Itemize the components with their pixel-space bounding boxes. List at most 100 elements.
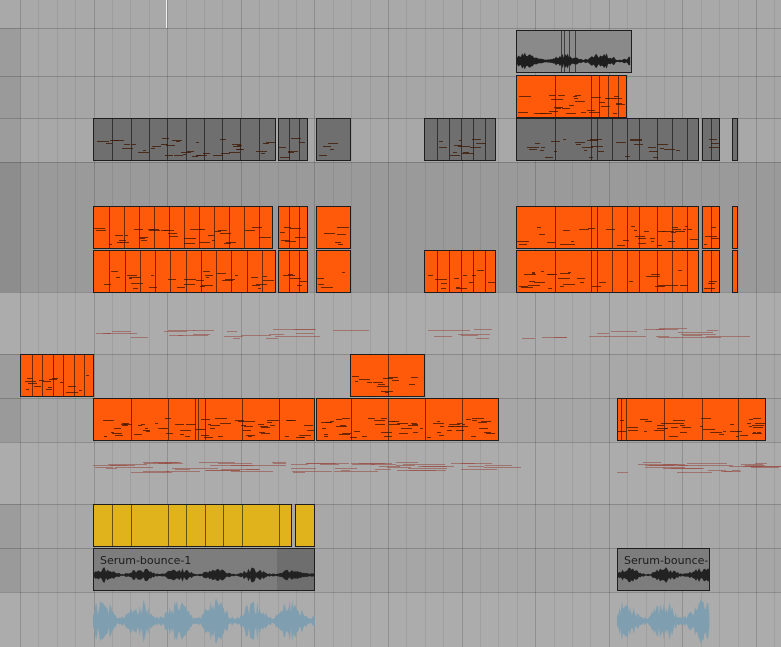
midi-clip[interactable]: [732, 206, 738, 249]
clip-divider: [154, 207, 155, 248]
midi-clip[interactable]: [316, 398, 499, 441]
midi-note: [749, 426, 752, 427]
midi-clip[interactable]: [732, 118, 738, 161]
clip-divider: [627, 119, 628, 160]
midi-note: [205, 275, 213, 276]
midi-note: [284, 227, 291, 228]
midi-note: [634, 230, 637, 231]
track-header-strip[interactable]: [0, 504, 20, 548]
midi-note: [601, 106, 610, 107]
collapsed-note-line: [193, 334, 210, 335]
midi-note: [39, 380, 44, 381]
audio-clip-serum-bounce[interactable]: Serum-bounce-1: [617, 548, 710, 591]
midi-clip[interactable]: [93, 250, 276, 293]
midi-clip[interactable]: [732, 250, 738, 293]
midi-clip[interactable]: [702, 118, 720, 161]
clip-divider: [627, 207, 628, 248]
midi-clip[interactable]: [702, 250, 720, 293]
midi-clip-yellow[interactable]: [93, 504, 292, 547]
playhead-marker[interactable]: [166, 0, 167, 28]
midi-note: [246, 435, 255, 436]
midi-note: [690, 239, 698, 240]
midi-clip-yellow[interactable]: [295, 504, 315, 547]
collapsed-note-line: [396, 462, 418, 463]
arrangement-view[interactable]: Serum-bounce-1 Serum-bounce-1: [0, 0, 781, 647]
audio-clip[interactable]: [516, 30, 632, 73]
midi-clip[interactable]: [424, 118, 496, 161]
midi-note: [648, 147, 656, 148]
midi-clip[interactable]: [516, 118, 699, 161]
midi-note: [469, 282, 474, 283]
midi-note: [723, 431, 726, 432]
midi-note: [551, 99, 563, 100]
midi-note: [199, 242, 210, 243]
collapsed-note-line: [112, 331, 131, 332]
collapsed-note-line: [678, 465, 699, 466]
clip-divider: [299, 119, 300, 160]
midi-clip[interactable]: [316, 118, 351, 161]
audio-clip-serum-bounce[interactable]: Serum-bounce-1: [93, 548, 315, 591]
midi-clip[interactable]: [278, 206, 308, 249]
midi-note: [587, 140, 598, 141]
midi-note: [48, 387, 52, 388]
midi-clip[interactable]: [617, 398, 766, 441]
midi-note: [324, 436, 328, 437]
midi-clip[interactable]: [702, 206, 720, 249]
track-header-strip[interactable]: [0, 162, 20, 292]
midi-note: [634, 144, 643, 145]
midi-clip[interactable]: [278, 250, 308, 293]
midi-note: [606, 229, 615, 230]
midi-note: [660, 148, 664, 149]
track-header-strip[interactable]: [0, 548, 20, 592]
midi-clip[interactable]: [516, 206, 699, 249]
midi-clip[interactable]: [93, 118, 276, 161]
midi-clip[interactable]: [424, 250, 496, 293]
midi-note: [625, 156, 630, 157]
midi-note: [374, 420, 385, 421]
midi-clip[interactable]: [20, 354, 94, 397]
midi-clip[interactable]: [278, 118, 308, 161]
midi-note: [673, 229, 681, 230]
midi-clip[interactable]: [93, 206, 273, 249]
collapsed-note-line: [193, 330, 214, 331]
midi-note: [517, 241, 529, 242]
midi-note: [86, 375, 89, 376]
clip-divider: [279, 399, 280, 440]
midi-note: [709, 139, 717, 140]
collapsed-note-line: [617, 472, 628, 473]
midi-note: [385, 392, 389, 393]
midi-note: [579, 229, 589, 230]
midi-clip[interactable]: [516, 75, 627, 118]
midi-note: [43, 381, 51, 382]
midi-note: [401, 428, 412, 429]
midi-note: [441, 283, 447, 284]
clip-divider: [564, 31, 565, 72]
midi-note: [437, 421, 440, 422]
track-header-strip[interactable]: [0, 398, 20, 442]
track-header-strip[interactable]: [0, 76, 20, 118]
track-header-strip[interactable]: [0, 354, 20, 398]
midi-clip[interactable]: [316, 206, 351, 249]
midi-clip[interactable]: [93, 398, 315, 441]
collapsed-note-line: [474, 329, 492, 330]
midi-clip[interactable]: [316, 250, 351, 293]
midi-note: [270, 425, 275, 426]
collapsed-note-line: [291, 468, 316, 469]
track-header-strip[interactable]: [0, 28, 20, 76]
midi-note: [397, 423, 408, 424]
collapsed-note-line: [334, 471, 378, 472]
collapsed-note-line: [199, 462, 235, 463]
midi-note: [285, 241, 296, 242]
midi-note: [49, 379, 57, 380]
midi-clip[interactable]: [350, 354, 425, 397]
clip-divider: [449, 119, 450, 160]
clip-divider: [168, 505, 169, 546]
collapsed-note-line: [266, 338, 278, 339]
midi-note: [337, 227, 349, 228]
midi-note: [548, 288, 552, 289]
collapsed-note-line: [476, 338, 489, 339]
midi-note: [232, 144, 241, 145]
track-header-strip[interactable]: [0, 118, 20, 162]
midi-clip[interactable]: [516, 250, 699, 293]
collapsed-note-line: [164, 331, 187, 332]
